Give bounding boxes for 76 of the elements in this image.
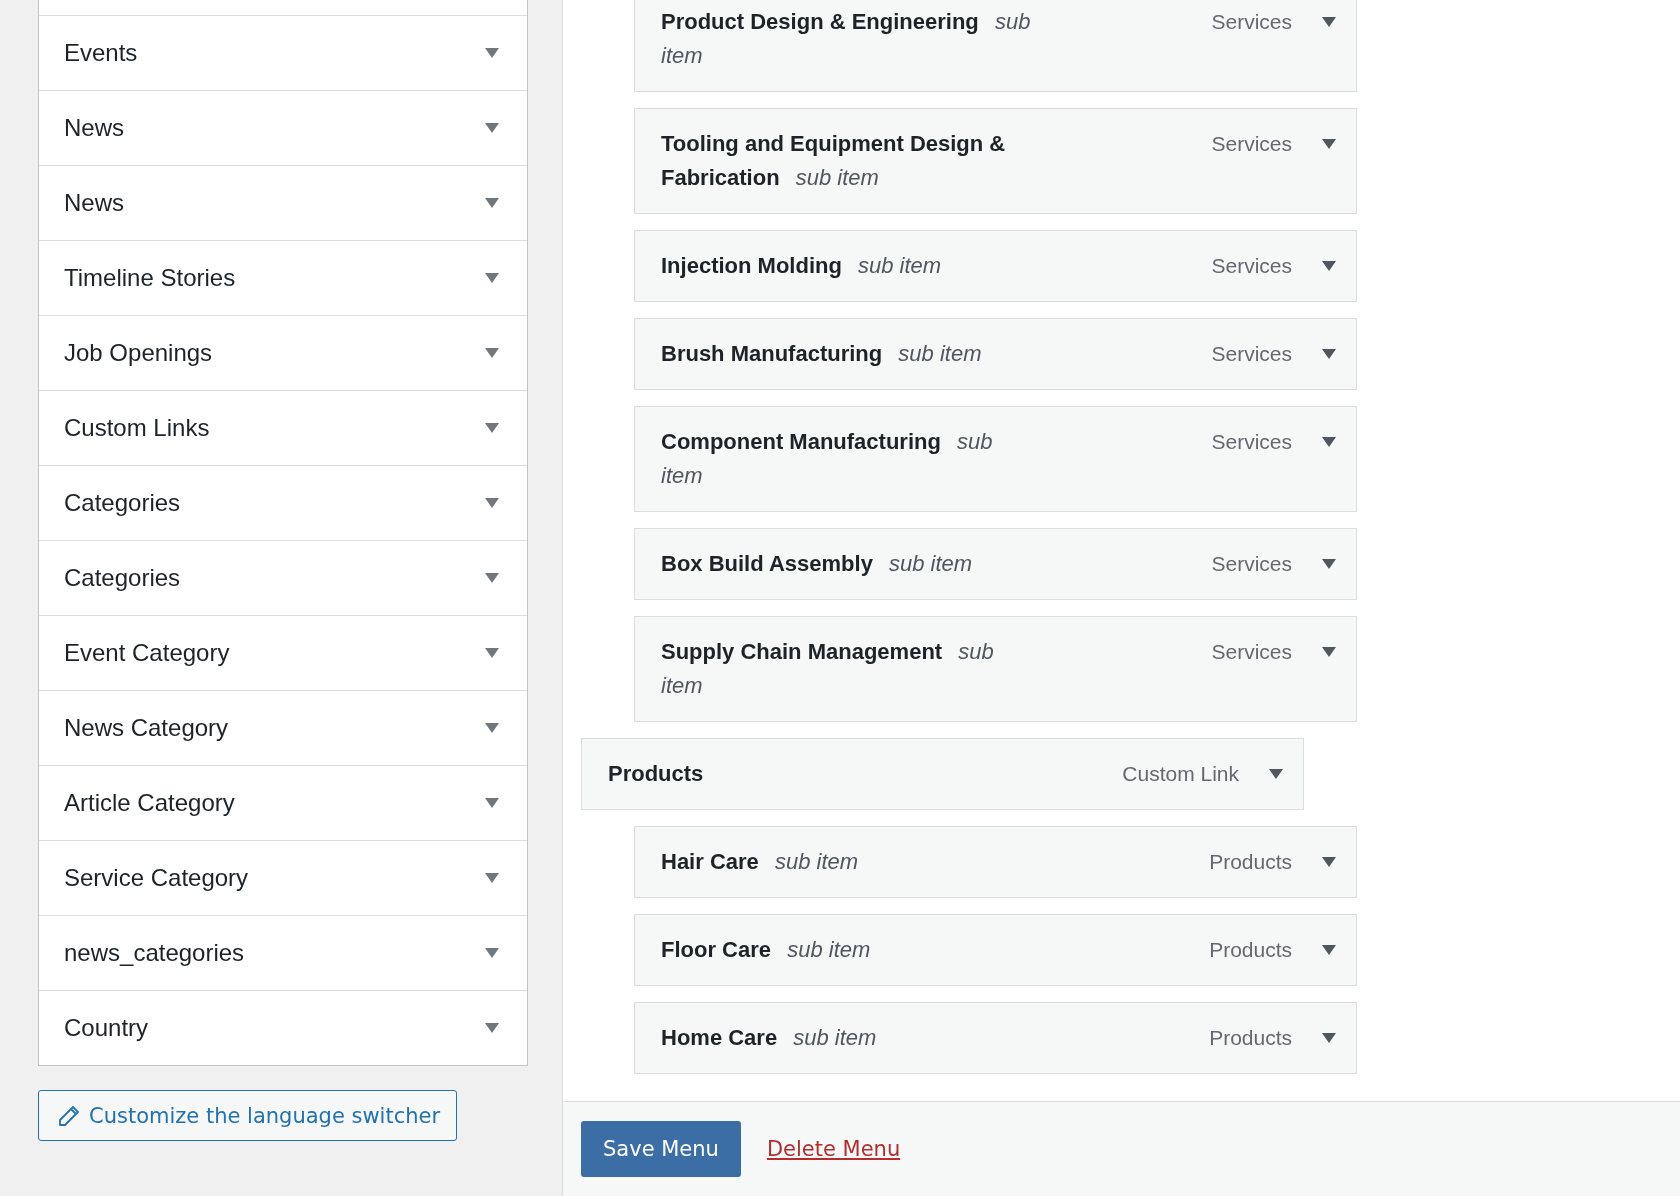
menu-item-title: Hair Care sub item bbox=[661, 848, 860, 876]
menu-item[interactable]: Product Design & Engineering sub item Services bbox=[634, 0, 1357, 92]
menu-item[interactable]: Floor Care sub item Products bbox=[634, 914, 1357, 986]
menu-item-type: Services bbox=[1211, 341, 1292, 367]
section-title: Event Category bbox=[64, 639, 230, 667]
section-title: News Category bbox=[64, 714, 229, 742]
menu-item-title: Brush Manufacturing sub item bbox=[661, 340, 983, 368]
accordion-section[interactable]: Job Openings bbox=[39, 316, 527, 391]
accordion-section[interactable]: news_categories bbox=[39, 916, 527, 991]
menu-item-type: Products bbox=[1209, 937, 1292, 963]
menu-item-type: Services bbox=[1211, 253, 1292, 279]
caret-icon bbox=[1322, 945, 1336, 955]
caret-icon bbox=[1322, 559, 1336, 569]
accordion-section[interactable]: Event Category bbox=[39, 616, 527, 691]
menu-item[interactable]: Brush Manufacturing sub item Services bbox=[634, 318, 1357, 390]
menu-item[interactable]: Home Care sub item Products bbox=[634, 1002, 1357, 1074]
menu-item[interactable]: Injection Molding sub item Services bbox=[634, 230, 1357, 302]
menu-item-type: Custom Link bbox=[1122, 761, 1239, 787]
accordion-section[interactable]: News bbox=[39, 91, 527, 166]
section-title: Article Category bbox=[64, 789, 235, 817]
menu-item-title: Floor Care sub item bbox=[661, 936, 872, 964]
section-title: news_categories bbox=[64, 939, 245, 967]
menu-item-type: Products bbox=[1209, 849, 1292, 875]
caret-icon bbox=[1322, 349, 1336, 359]
menu-item-title: Box Build Assembly sub item bbox=[661, 550, 974, 578]
section-title: Categories bbox=[64, 489, 181, 517]
accordion-section[interactable]: Country bbox=[39, 991, 527, 1065]
menu-item[interactable]: Component Manufacturing sub item Services bbox=[634, 406, 1357, 512]
accordion-section[interactable]: News bbox=[39, 166, 527, 241]
caret-icon bbox=[1322, 857, 1336, 867]
menu-item-title: Component Manufacturing sub item bbox=[661, 428, 994, 490]
caret-icon bbox=[1322, 17, 1336, 27]
menu-item-title: Supply Chain Management sub item bbox=[661, 638, 995, 700]
menu-item-title: Injection Molding sub item bbox=[661, 252, 943, 280]
accordion-section[interactable]: News Category bbox=[39, 691, 527, 766]
menu-item[interactable]: Products Custom Link bbox=[581, 738, 1304, 810]
menu-item-type: Services bbox=[1211, 551, 1292, 577]
menu-item[interactable]: Supply Chain Management sub item Services bbox=[634, 616, 1357, 722]
caret-icon bbox=[1269, 769, 1283, 779]
menu-item-type: Services bbox=[1211, 131, 1292, 157]
accordion-section[interactable]: Service Category bbox=[39, 841, 527, 916]
accordion-section[interactable]: Events bbox=[39, 16, 527, 91]
menu-item-type: Services bbox=[1211, 639, 1292, 665]
caret-icon bbox=[1322, 647, 1336, 657]
caret-icon bbox=[1322, 139, 1336, 149]
pencil-icon bbox=[57, 1103, 81, 1128]
menu-item[interactable]: Box Build Assembly sub item Services bbox=[634, 528, 1357, 600]
delete-menu-link[interactable]: Delete Menu bbox=[766, 1137, 901, 1161]
section-title: Service Category bbox=[64, 864, 249, 892]
save-menu-button[interactable]: Save Menu bbox=[581, 1121, 741, 1177]
customize-language-switcher-button[interactable]: Customize the language switcher bbox=[38, 1090, 458, 1141]
section-title: News bbox=[64, 189, 124, 217]
section-title: Categories bbox=[64, 564, 181, 592]
menu-item[interactable]: Tooling and Equipment Design & Fabrication sub item Services bbox=[634, 108, 1357, 214]
caret-icon bbox=[1322, 437, 1336, 447]
accordion-section[interactable]: Article Category bbox=[39, 766, 527, 841]
menu-item-title: Home Care sub item bbox=[661, 1024, 878, 1052]
section-title: Timeline Stories bbox=[64, 264, 236, 292]
menu-item-title: Products bbox=[608, 760, 705, 788]
caret-icon bbox=[1322, 1033, 1336, 1043]
menu-item-title: Product Design & Engineering sub item bbox=[661, 8, 1031, 70]
section-title: Events bbox=[64, 39, 138, 67]
menu-item-type: Services bbox=[1211, 9, 1292, 35]
accordion-section[interactable]: Timeline Stories bbox=[39, 241, 527, 316]
section-title: Custom Links bbox=[64, 414, 210, 442]
section-title: News bbox=[64, 114, 124, 142]
menu-item-type: Products bbox=[1209, 1025, 1292, 1051]
accordion-section[interactable]: Categories bbox=[39, 541, 527, 616]
menu-item[interactable]: Hair Care sub item Products bbox=[634, 826, 1357, 898]
caret-icon bbox=[1322, 261, 1336, 271]
section-title: Country bbox=[64, 1014, 149, 1042]
section-title: Job Openings bbox=[64, 339, 213, 367]
menu-item-title: Tooling and Equipment Design & Fabrication sub item bbox=[661, 130, 1007, 192]
accordion-section[interactable]: Categories bbox=[39, 466, 527, 541]
menu-item-type: Services bbox=[1211, 429, 1292, 455]
accordion-section[interactable]: Custom Links bbox=[39, 391, 527, 466]
